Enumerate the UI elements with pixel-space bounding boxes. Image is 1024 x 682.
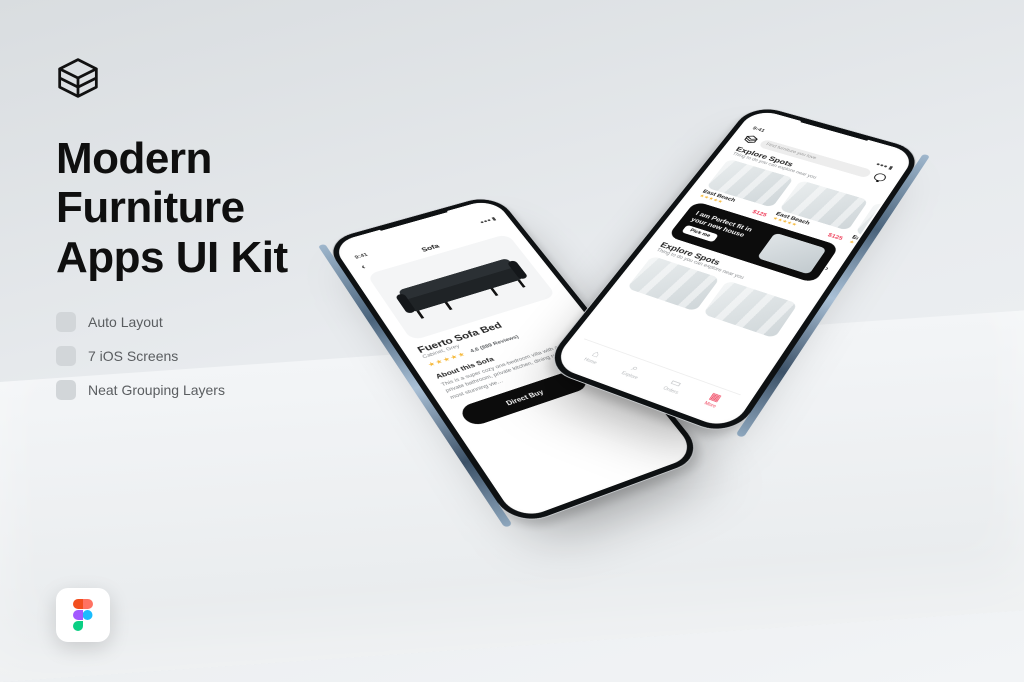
feature-bullet-icon (56, 380, 76, 400)
headline-line: Furniture (56, 183, 245, 232)
app-logo-icon[interactable] (741, 134, 759, 146)
status-indicators: ●●● ▮ (479, 216, 497, 225)
spot-name: Ea (851, 235, 915, 261)
sofa-illustration-icon (388, 251, 534, 322)
direct-buy-label: Direct Buy (505, 388, 546, 406)
figma-icon (72, 599, 94, 631)
spot-price: $1 (912, 259, 914, 266)
feature-item: 7 iOS Screens (56, 346, 416, 366)
tab-explore[interactable]: ⌕Explore (620, 362, 645, 381)
feature-label: Neat Grouping Layers (88, 382, 225, 398)
feature-item: Auto Layout (56, 312, 416, 332)
notifications-icon[interactable] (872, 172, 887, 182)
figma-badge (56, 588, 110, 642)
feature-item: Neat Grouping Layers (56, 380, 416, 400)
feature-label: 7 iOS Screens (88, 348, 178, 364)
tab-home[interactable]: ⌂Home (583, 348, 605, 365)
headline-line: Modern (56, 134, 212, 183)
search-icon: ⌕ (629, 363, 641, 373)
stars-icon: ★★★ (848, 239, 866, 248)
headline-line: Apps UI Kit (56, 233, 288, 282)
spot-thumb (855, 202, 915, 255)
banner-image (757, 233, 827, 275)
status-indicators: ●●● ▮ (875, 161, 894, 170)
page-title: Sofa (420, 243, 441, 253)
status-time: 9:41 (751, 126, 766, 134)
feature-bullet-icon (56, 312, 76, 332)
tab-label: Explore (620, 370, 639, 380)
feature-label: Auto Layout (88, 314, 163, 330)
brand-logo-icon (56, 56, 100, 100)
tab-more[interactable]: ▦More (703, 391, 723, 409)
back-button[interactable]: ‹ (359, 263, 367, 271)
status-time: 9:41 (354, 253, 369, 261)
feature-bullet-icon (56, 346, 76, 366)
tab-orders[interactable]: ▭Orders (662, 377, 686, 396)
